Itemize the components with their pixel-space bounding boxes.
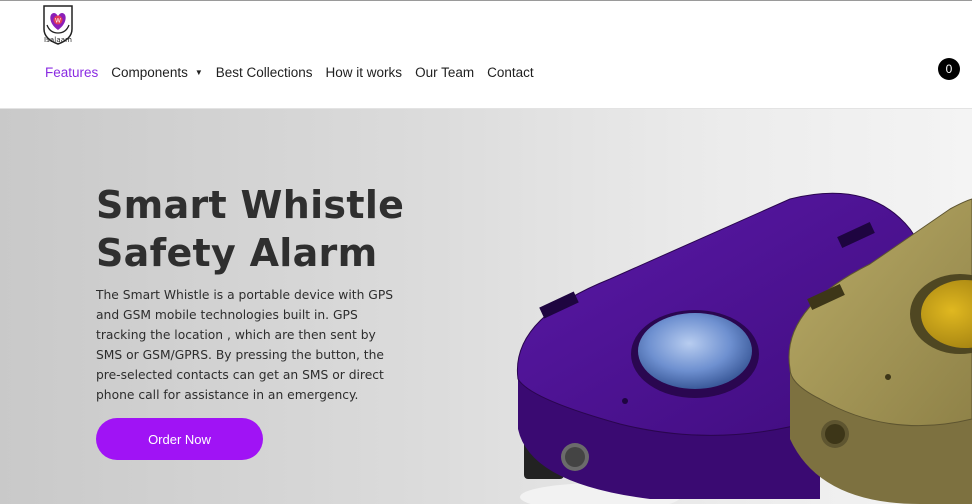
svg-text:W: W	[55, 18, 61, 25]
hero-section: Smart Whistle Safety Alarm The Smart Whi…	[0, 109, 972, 504]
hero-title-line2: Safety Alarm	[96, 231, 378, 275]
nav-item-label: Best Collections	[215, 65, 313, 80]
cart-count-badge[interactable]: 0	[938, 58, 960, 80]
hero-title: Smart Whistle Safety Alarm	[96, 181, 426, 277]
nav-item-features[interactable]: Features	[45, 65, 98, 80]
nav-item-label: Components	[111, 65, 188, 80]
nav-item-components[interactable]: Components ▼	[111, 65, 202, 80]
nav-item-our-team[interactable]: Our Team	[415, 65, 474, 80]
nav-item-contact[interactable]: Contact	[487, 65, 534, 80]
caret-down-icon: ▼	[194, 68, 203, 77]
smart-whistle-device-image	[516, 192, 972, 504]
nav-item-label: Our Team	[415, 65, 475, 80]
page: W Isalaam Features Components ▼ Best Col…	[0, 0, 972, 504]
nav-item-label: How it works	[325, 65, 403, 80]
hero-description: The Smart Whistle is a portable device w…	[96, 288, 394, 402]
nav-item-label: Contact	[487, 65, 534, 80]
nav-item-best-collections[interactable]: Best Collections	[216, 65, 313, 80]
nav-item-how-it-works[interactable]: How it works	[326, 65, 403, 80]
main-nav: Features Components ▼ Best Collections H…	[45, 65, 547, 80]
nav-item-label: Features	[45, 65, 99, 80]
order-now-button[interactable]: Order Now	[96, 418, 263, 460]
site-header: W Isalaam Features Components ▼ Best Col…	[0, 0, 972, 109]
logo-text: Isalaam	[44, 36, 73, 44]
hero-title-line1: Smart Whistle	[96, 183, 405, 227]
